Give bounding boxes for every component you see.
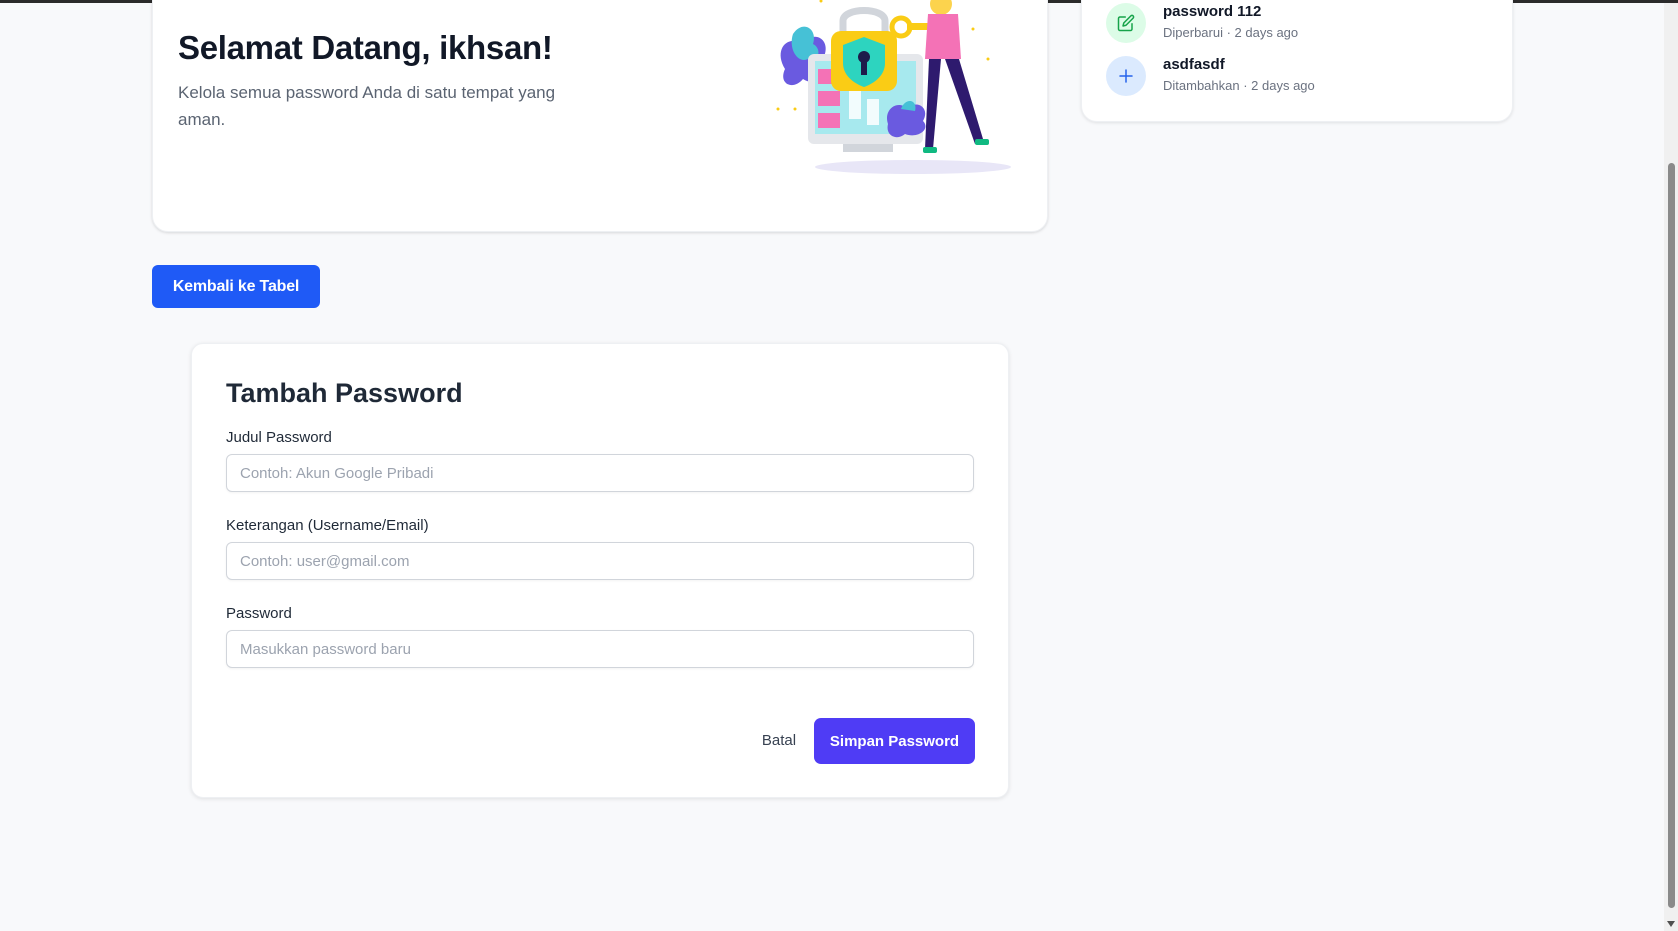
vertical-scrollbar[interactable] [1664, 3, 1678, 931]
security-illustration [776, 0, 1011, 174]
password-field-label: Password [226, 605, 292, 622]
welcome-subtitle: Kelola semua password Anda di satu tempa… [178, 83, 556, 129]
cancel-button[interactable]: Batal [752, 718, 806, 762]
activity-title: password 112 [1163, 3, 1262, 20]
activity-title: asdfasdf [1163, 56, 1225, 73]
title-input[interactable] [226, 454, 974, 492]
description-field-label: Keterangan (Username/Email) [226, 517, 429, 534]
welcome-card: Selamat Datang, ikhsan! Kelola semua pas… [152, 0, 1048, 232]
welcome-title: Selamat Datang, ikhsan! [178, 29, 553, 66]
add-password-form: Tambah Password Judul Password Keteranga… [191, 343, 1009, 798]
activity-meta: Ditambahkan · 2 days ago [1163, 78, 1315, 93]
password-input[interactable] [226, 630, 974, 668]
edit-icon [1106, 3, 1146, 43]
form-title: Tambah Password [226, 378, 463, 408]
save-password-button[interactable]: Simpan Password [814, 718, 975, 764]
scroll-down-arrow-icon[interactable] [1667, 921, 1675, 927]
title-field-label: Judul Password [226, 429, 332, 446]
recent-activity-card: password 112 Diperbarui · 2 days ago asd… [1081, 0, 1513, 122]
plus-icon [1106, 56, 1146, 96]
activity-meta: Diperbarui · 2 days ago [1163, 25, 1299, 40]
scrollbar-thumb[interactable] [1668, 163, 1675, 908]
back-to-table-button[interactable]: Kembali ke Tabel [152, 265, 320, 308]
username-email-input[interactable] [226, 542, 974, 580]
